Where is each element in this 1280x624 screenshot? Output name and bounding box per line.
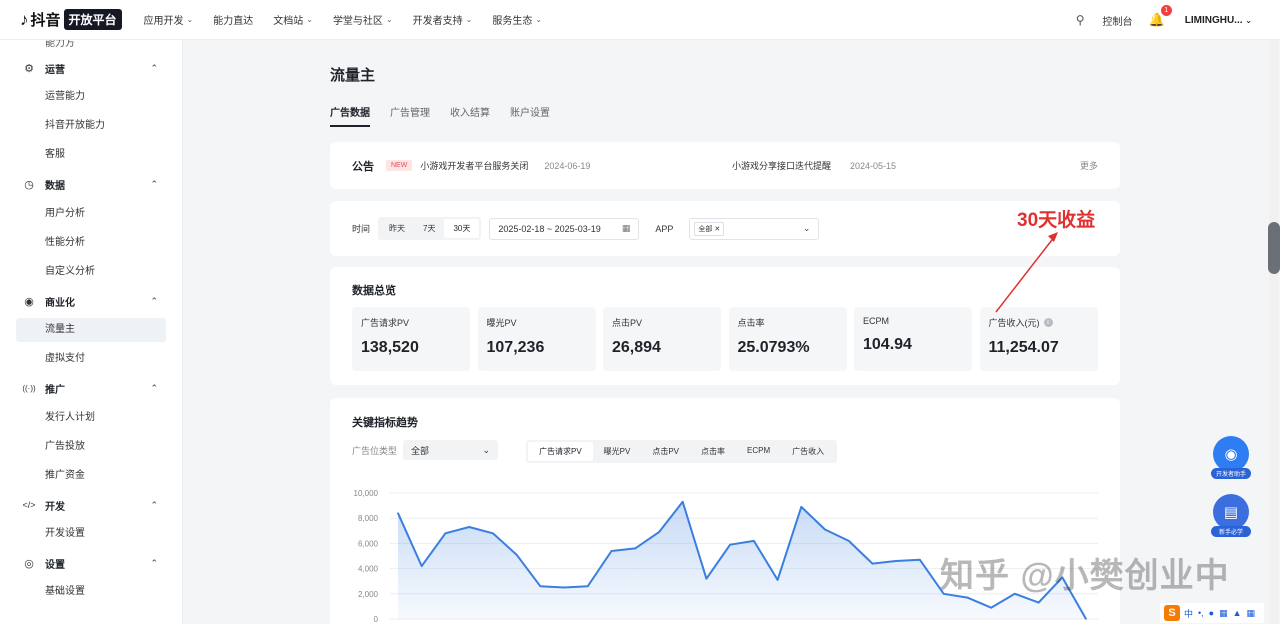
ime-toolbar: S 中 •, ● ▦ ▲ ▦ <box>1160 603 1265 623</box>
arrow-head <box>1048 232 1058 242</box>
punctuation-icon[interactable]: •, <box>1198 608 1204 618</box>
ime-logo-icon[interactable]: S <box>1164 605 1180 621</box>
skin-icon[interactable]: ▲ <box>1233 608 1242 618</box>
arrow-line <box>995 235 1056 313</box>
newbie-button[interactable]: ▤ 新手必学 <box>1211 494 1251 537</box>
watermark: 知乎 @小樊创业中 <box>940 557 1230 595</box>
scrollbar-handle[interactable] <box>1268 222 1280 274</box>
mic-icon[interactable]: ● <box>1209 608 1214 618</box>
grid-icon[interactable]: ▦ <box>1247 608 1256 619</box>
keyboard-icon[interactable]: ▦ <box>1219 608 1228 619</box>
assistant-button[interactable]: ◉ 开发者助手 <box>1211 436 1251 479</box>
ime-lang[interactable]: 中 <box>1184 607 1193 620</box>
annotation-arrow <box>995 232 1058 313</box>
book-icon: ▤ <box>1213 494 1249 530</box>
assistant-label: 开发者助手 <box>1211 468 1251 479</box>
scrollbar-track[interactable] <box>1269 40 1279 624</box>
newbie-label: 新手必学 <box>1211 526 1251 537</box>
robot-icon: ◉ <box>1213 436 1249 472</box>
annotation-text: 30天收益 <box>1017 210 1096 231</box>
